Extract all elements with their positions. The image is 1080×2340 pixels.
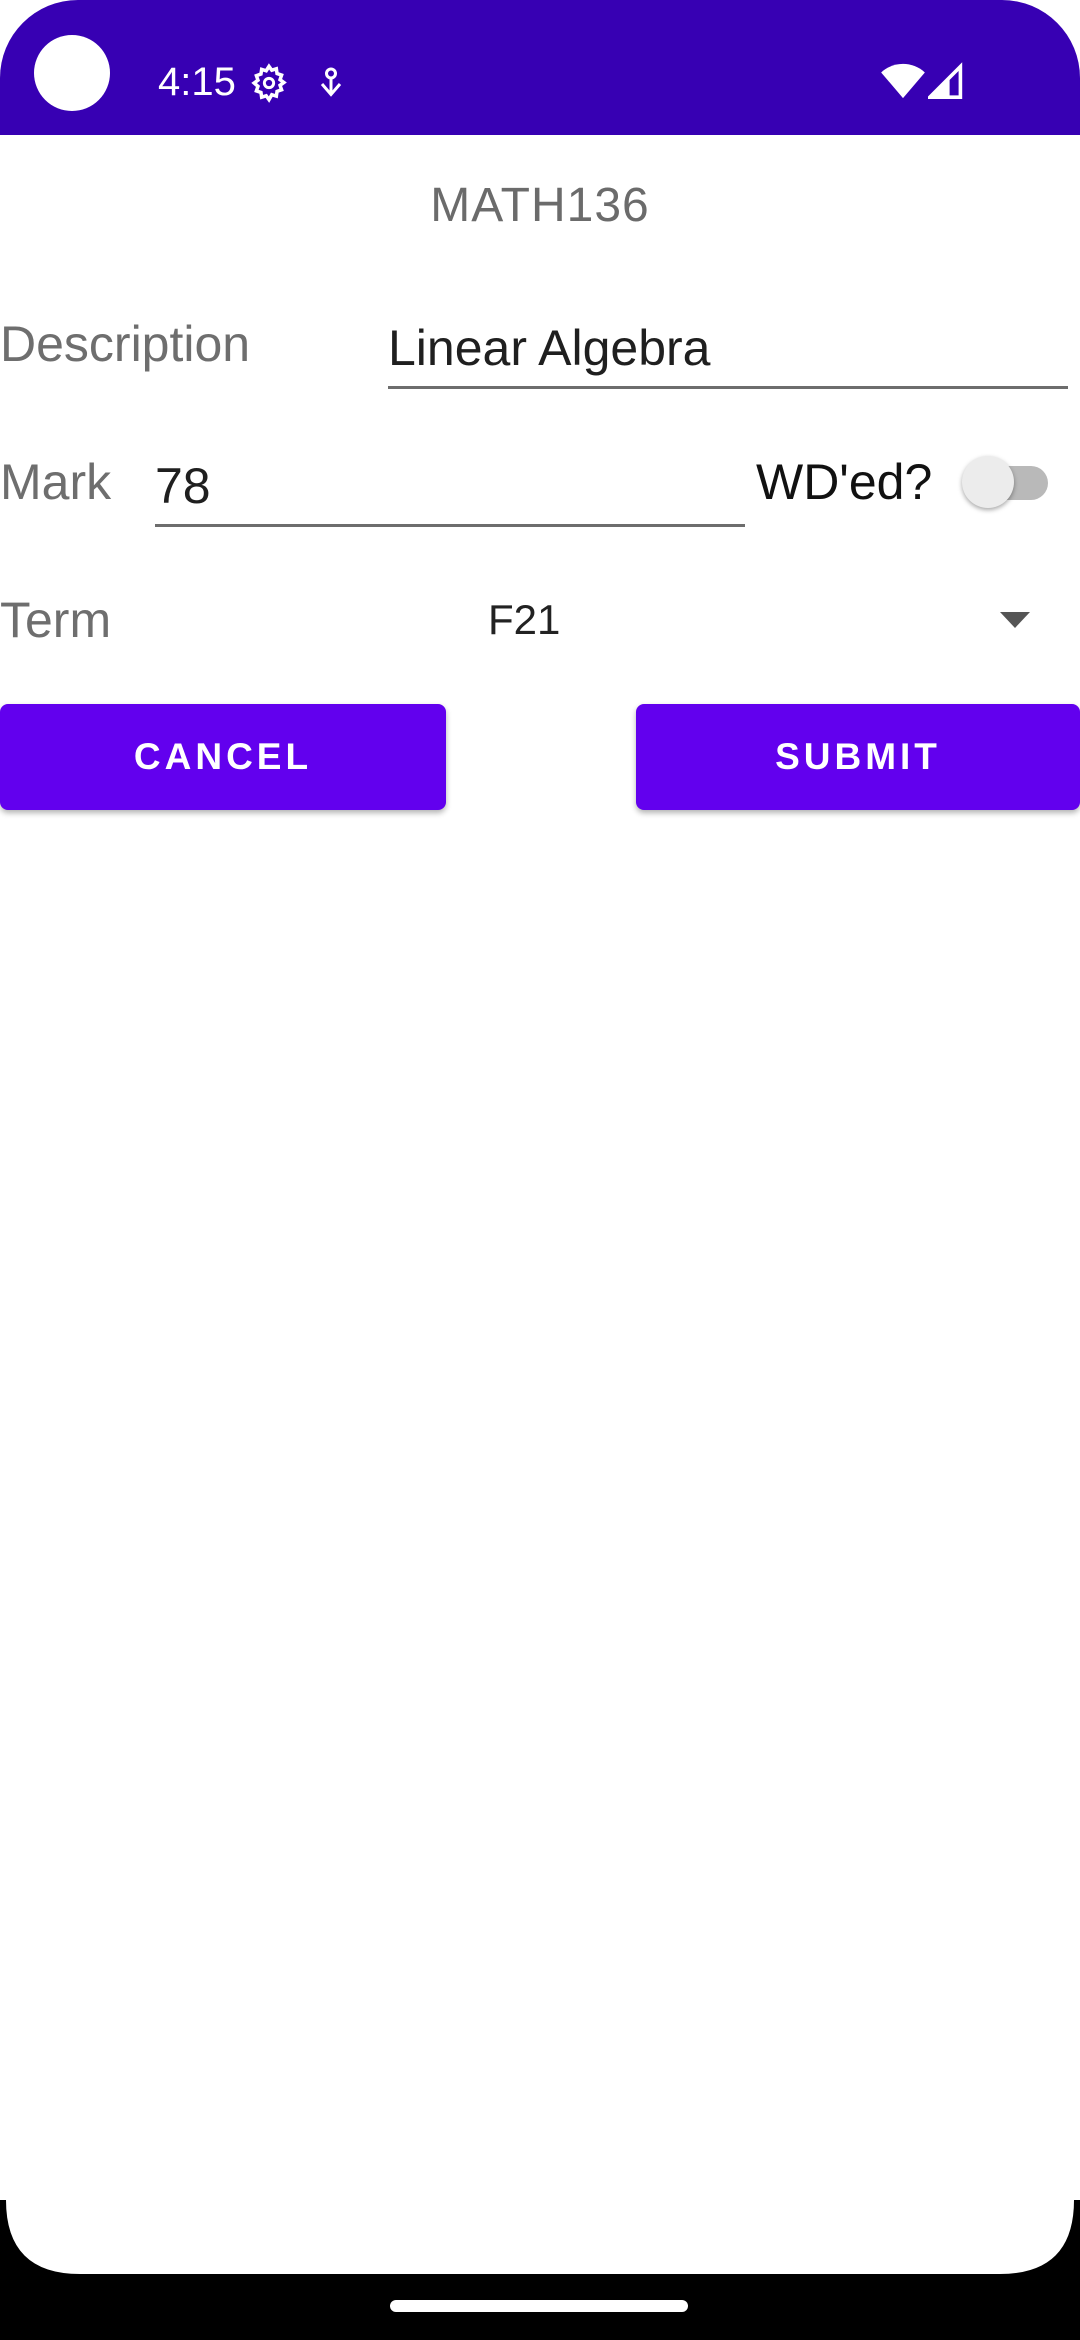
mark-input[interactable] [155, 448, 745, 527]
submit-button[interactable]: SUBMIT [636, 704, 1080, 810]
home-gesture-handle[interactable] [390, 2300, 688, 2312]
withdrawn-label: WD'ed? [756, 454, 933, 510]
withdrawn-switch[interactable] [962, 456, 1048, 508]
switch-thumb [962, 456, 1014, 508]
camera-cutout [34, 35, 110, 111]
notification-icon [320, 67, 342, 97]
dropdown-arrow-icon [1000, 612, 1030, 628]
screen-corner-left [0, 2200, 80, 2280]
edit-course-screen: 4:15 MATH136 Description Mark WD'ed? Ter… [0, 0, 1080, 2340]
wifi-icon [881, 63, 925, 99]
description-label: Description [0, 316, 251, 372]
term-selected-value: F21 [488, 596, 561, 643]
status-bar: 4:15 [0, 0, 1080, 135]
signal-icon [928, 62, 963, 99]
description-input[interactable] [388, 310, 1068, 389]
screen-corner-right [1000, 2200, 1080, 2280]
term-label: Term [0, 592, 112, 648]
page-title: MATH136 [430, 179, 650, 232]
status-time: 4:15 [158, 60, 236, 104]
mark-label: Mark [0, 454, 112, 510]
gear-icon [251, 63, 287, 103]
cancel-button[interactable]: CANCEL [0, 704, 446, 810]
